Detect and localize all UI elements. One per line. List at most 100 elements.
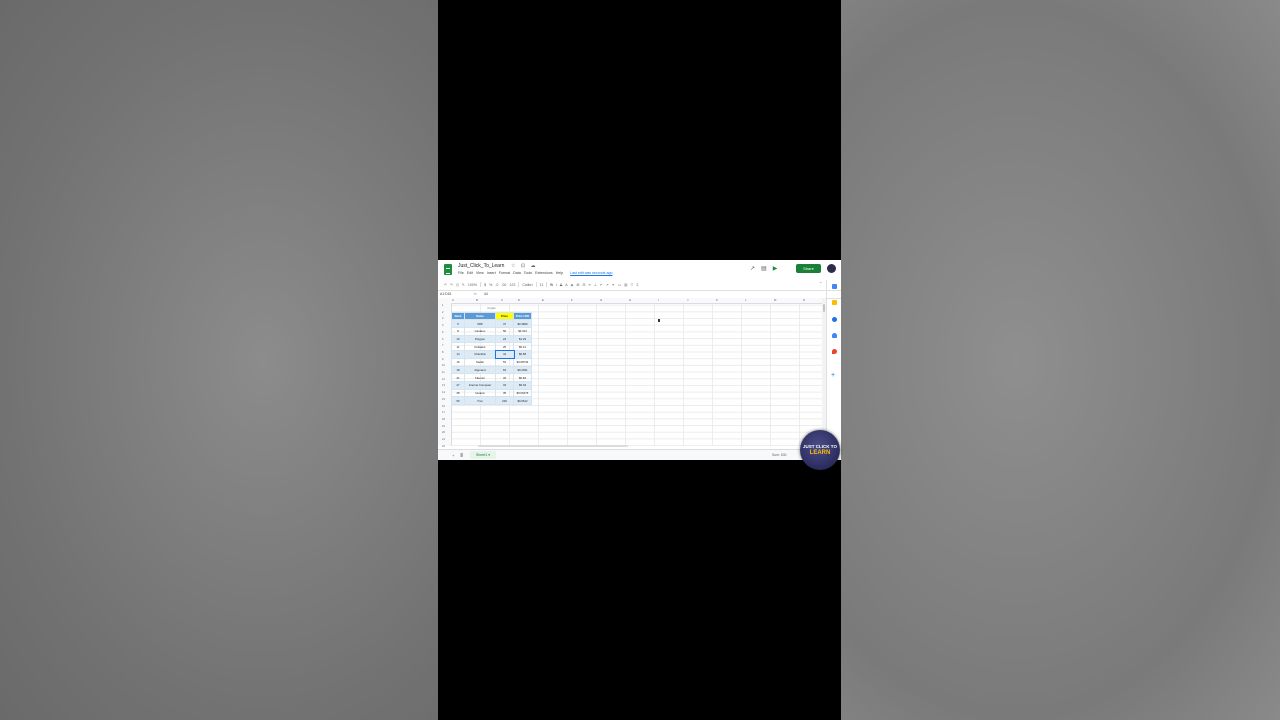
cell-price-usd[interactable]: $1.29 xyxy=(513,334,532,344)
all-sheets-icon[interactable]: ≣ xyxy=(460,453,463,458)
menu-view[interactable]: View xyxy=(476,271,484,275)
trend-icon[interactable]: ↗ xyxy=(750,265,755,272)
column-header-m[interactable]: M xyxy=(774,298,776,302)
cell-name[interactable]: Hedera xyxy=(464,388,496,398)
number-format-select[interactable]: 123 xyxy=(509,283,515,287)
cell-price-usd[interactable]: $0.3849 xyxy=(513,319,532,329)
menu-file[interactable]: File xyxy=(458,271,464,275)
row-header[interactable]: 19 xyxy=(442,425,445,428)
cell-price[interactable]: 44 xyxy=(494,349,515,360)
undo-icon[interactable]: ↶ xyxy=(444,283,447,287)
row-header[interactable]: 11 xyxy=(442,371,445,374)
header-price-usd[interactable]: Price USD xyxy=(513,311,532,321)
header-price[interactable]: Price xyxy=(495,311,514,321)
cell-rank[interactable]: 50 xyxy=(451,396,465,405)
cell-name[interactable]: Filecoin xyxy=(464,373,496,382)
header-name[interactable]: Name xyxy=(464,311,496,321)
menu-format[interactable]: Format xyxy=(499,271,510,275)
row-header[interactable]: 5 xyxy=(442,331,443,334)
row-header[interactable]: 10 xyxy=(442,364,445,367)
add-on-plus-icon[interactable]: + xyxy=(831,372,835,379)
cell-rank[interactable]: 38 xyxy=(451,388,465,398)
cell-price[interactable]: 56 xyxy=(495,327,514,336)
column-header-h[interactable]: H xyxy=(629,298,631,302)
cell-rank[interactable]: 11 xyxy=(451,342,465,352)
column-header-e[interactable]: E xyxy=(542,298,544,302)
sum-indicator[interactable]: Sum: 630 xyxy=(772,453,787,457)
menu-data[interactable]: Data xyxy=(513,271,521,275)
tab-sheet1[interactable]: Sheet1 ▾ xyxy=(470,451,496,459)
column-header-b[interactable]: B xyxy=(476,298,478,302)
cell-price[interactable]: 53 xyxy=(495,357,514,367)
column-header-c[interactable]: C xyxy=(501,298,503,302)
row-header[interactable]: 16 xyxy=(442,405,445,408)
contacts-icon[interactable] xyxy=(832,333,837,338)
maps-icon[interactable] xyxy=(832,349,837,354)
formula-input[interactable]: 44 xyxy=(484,292,488,296)
cell-price[interactable]: 34 xyxy=(495,380,514,390)
cell-price[interactable]: 25 xyxy=(495,342,514,352)
row-header[interactable]: 14 xyxy=(442,391,445,394)
cell-price-usd[interactable]: $0.08734 xyxy=(513,357,532,367)
menu-help[interactable]: Help xyxy=(556,271,563,275)
column-header-g[interactable]: G xyxy=(600,298,602,302)
cell-price-usd[interactable]: $5.41 xyxy=(513,342,532,352)
column-header-l[interactable]: L xyxy=(745,298,747,302)
horizontal-scrollbar[interactable] xyxy=(478,445,628,447)
link-icon[interactable]: ⚭ xyxy=(612,283,615,287)
align-icon[interactable]: ≡ xyxy=(588,283,590,287)
cell-rank[interactable]: 21 xyxy=(451,373,465,382)
bold-icon[interactable]: B xyxy=(550,283,553,287)
star-move-cloud-icons[interactable]: ☆ ⊡ ☁ xyxy=(511,263,537,269)
row-header[interactable]: 9 xyxy=(442,358,443,361)
cell-rank[interactable]: 27 xyxy=(451,380,465,390)
print-icon[interactable]: ⎙ xyxy=(456,283,459,287)
row-header[interactable]: 4 xyxy=(442,324,443,327)
row-header[interactable]: 17 xyxy=(442,411,445,414)
rotate-icon[interactable]: ↗ xyxy=(606,283,609,287)
row-header[interactable]: 6 xyxy=(442,338,443,341)
font-select[interactable]: Calibri xyxy=(522,283,532,287)
functions-icon[interactable]: Σ xyxy=(636,283,638,287)
row-header[interactable]: 2 xyxy=(442,311,443,314)
comment-add-icon[interactable]: ▭ xyxy=(618,283,621,287)
cell-name[interactable]: Algorand xyxy=(464,365,496,375)
cell-name[interactable]: Chainlink xyxy=(464,350,496,359)
font-size-select[interactable]: 11 xyxy=(540,283,544,287)
chart-icon[interactable]: ▥ xyxy=(624,283,627,287)
row-header[interactable]: 13 xyxy=(442,384,445,387)
menu-edit[interactable]: Edit xyxy=(467,271,473,275)
decrease-decimal-button[interactable]: .0 xyxy=(495,283,498,287)
cell-rank[interactable]: 8 xyxy=(451,327,465,336)
row-header[interactable]: 20 xyxy=(442,431,445,434)
text-color-icon[interactable]: A xyxy=(565,283,567,287)
row-header[interactable]: 12 xyxy=(442,378,445,381)
currency-button[interactable]: $ xyxy=(484,283,486,287)
column-header-f[interactable]: F xyxy=(571,298,573,302)
row-header[interactable]: 21 xyxy=(442,438,445,441)
header-rank[interactable]: Rank xyxy=(451,311,465,321)
row-header[interactable]: 18 xyxy=(442,418,445,421)
wrap-icon[interactable]: ↵ xyxy=(600,283,603,287)
column-header-i[interactable]: I xyxy=(658,298,659,302)
cell-name[interactable]: Internet Computer xyxy=(464,380,496,390)
cell-rank[interactable]: 14 xyxy=(451,350,465,359)
increase-decimal-button[interactable]: .00 xyxy=(501,283,506,287)
column-header-a[interactable]: A xyxy=(452,298,454,302)
column-header-j[interactable]: J xyxy=(687,298,688,302)
column-header-d[interactable]: D xyxy=(518,298,520,302)
cell-price[interactable]: 35 xyxy=(495,388,514,398)
cell-price-usd[interactable]: $0.2031 xyxy=(513,365,532,375)
comment-icon[interactable]: ▤ xyxy=(761,265,767,272)
redo-icon[interactable]: ↷ xyxy=(450,283,453,287)
strikethrough-icon[interactable]: S xyxy=(560,283,562,287)
cell-rank[interactable]: 10 xyxy=(451,334,465,344)
sheets-logo-icon[interactable] xyxy=(444,264,452,275)
cell-price[interactable]: 63 xyxy=(495,365,514,375)
document-title[interactable]: Just_Click_To_Learn xyxy=(458,263,504,269)
zoom-select[interactable]: 100% xyxy=(468,283,477,287)
row-header[interactable]: 22 xyxy=(442,445,445,448)
merge-cells-icon[interactable]: ⊟ xyxy=(582,283,585,287)
cell-price-usd[interactable]: $6.58 xyxy=(513,350,532,359)
avatar[interactable] xyxy=(827,264,836,273)
